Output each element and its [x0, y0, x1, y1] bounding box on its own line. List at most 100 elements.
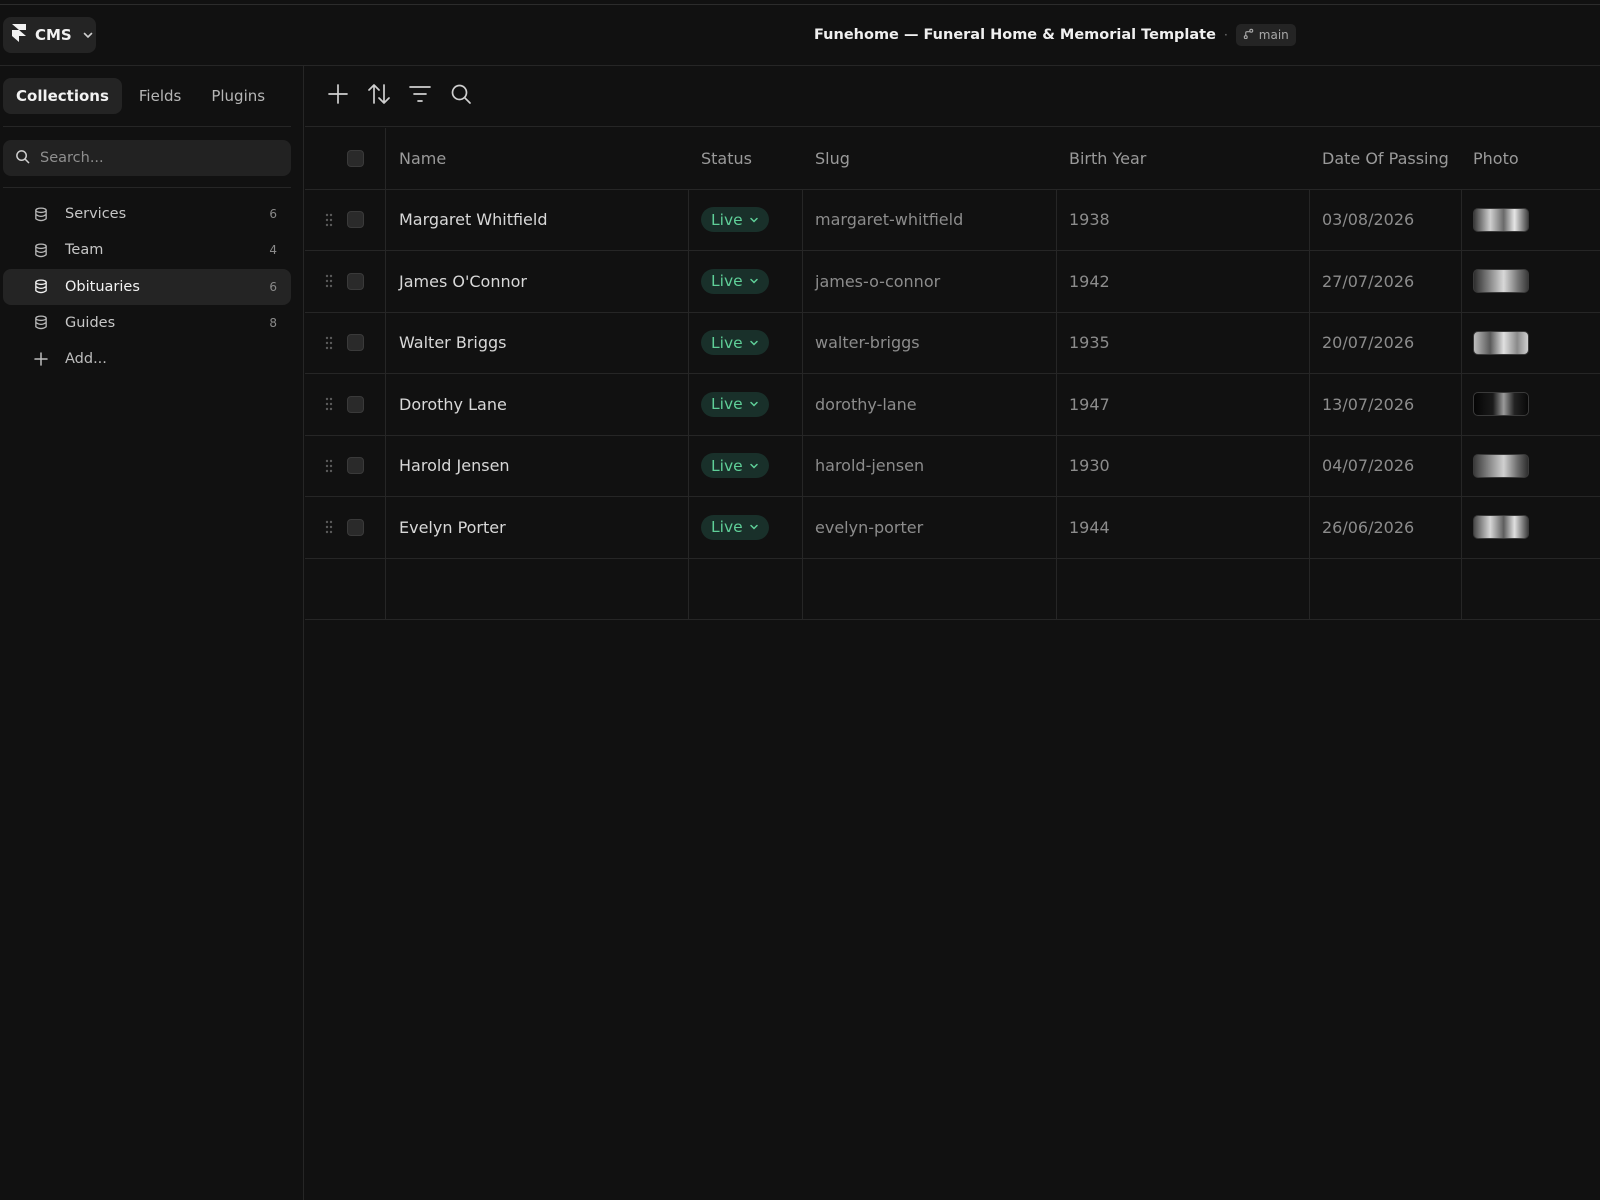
cell-photo[interactable] [1473, 190, 1529, 251]
search-table-button[interactable] [446, 82, 475, 111]
column-divider [1461, 312, 1462, 373]
column-header-photo[interactable]: Photo [1473, 128, 1519, 189]
row-checkbox[interactable] [347, 272, 364, 290]
add-item-button[interactable] [323, 82, 352, 111]
cell-slug[interactable]: margaret-whitfield [815, 190, 963, 251]
column-divider [1309, 558, 1310, 619]
status-dropdown[interactable]: Live [701, 514, 769, 540]
collection-count: 6 [269, 279, 277, 294]
drag-handle-icon[interactable] [321, 497, 337, 558]
cell-date-of-passing[interactable]: 20/07/2026 [1322, 313, 1414, 374]
filter-button[interactable] [405, 82, 434, 111]
cell-date-of-passing[interactable]: 03/08/2026 [1322, 190, 1414, 251]
cms-menu-label: CMS [35, 26, 72, 44]
cell-name[interactable]: Margaret Whitfield [399, 190, 548, 251]
cell-birth-year[interactable]: 1935 [1069, 313, 1110, 374]
column-divider [1056, 558, 1057, 619]
collection-item-obituaries[interactable]: Obituaries 6 [3, 268, 291, 305]
tab-fields[interactable]: Fields [126, 78, 194, 114]
row-checkbox[interactable] [347, 457, 364, 475]
drag-handle-icon[interactable] [321, 251, 337, 312]
drag-handle-icon[interactable] [321, 190, 337, 251]
column-divider [385, 312, 386, 373]
cell-date-of-passing[interactable]: 26/06/2026 [1322, 497, 1414, 558]
column-divider [385, 497, 386, 558]
drag-handle-icon[interactable] [321, 374, 337, 435]
cell-photo[interactable] [1473, 374, 1529, 435]
collection-item-team[interactable]: Team 4 [3, 232, 291, 268]
cell-slug[interactable]: evelyn-porter [815, 497, 923, 558]
table-row[interactable]: Harold Jensen Live harold-jensen 1930 04… [305, 435, 1600, 497]
cell-photo[interactable] [1473, 313, 1529, 374]
project-title-group: Funehome — Funeral Home & Memorial Templ… [814, 24, 1296, 46]
tab-collections[interactable]: Collections [3, 78, 122, 114]
cell-slug[interactable]: dorothy-lane [815, 374, 917, 435]
cell-birth-year[interactable]: 1930 [1069, 436, 1110, 497]
search-input[interactable] [40, 150, 270, 166]
column-header-slug[interactable]: Slug [815, 128, 850, 189]
drag-handle-icon[interactable] [321, 313, 337, 374]
table-row[interactable]: Dorothy Lane Live dorothy-lane 1947 13/0… [305, 374, 1600, 436]
column-divider [1461, 435, 1462, 496]
cell-photo[interactable] [1473, 497, 1529, 558]
cell-slug[interactable]: harold-jensen [815, 436, 924, 497]
cell-name[interactable]: Evelyn Porter [399, 497, 506, 558]
column-divider [1056, 251, 1057, 312]
cell-birth-year[interactable]: 1942 [1069, 251, 1110, 312]
status-dropdown[interactable]: Live [701, 268, 769, 294]
column-divider [802, 558, 803, 619]
cell-status: Live [701, 497, 769, 558]
tab-plugins[interactable]: Plugins [198, 78, 278, 114]
cell-date-of-passing[interactable]: 04/07/2026 [1322, 436, 1414, 497]
sort-button[interactable] [364, 82, 393, 111]
column-divider [1056, 374, 1057, 435]
cell-birth-year[interactable]: 1938 [1069, 190, 1110, 251]
cell-photo[interactable] [1473, 436, 1529, 497]
column-divider [688, 189, 689, 250]
cell-photo[interactable] [1473, 251, 1529, 312]
column-divider [688, 497, 689, 558]
row-checkbox-cell [347, 313, 364, 374]
branch-name: main [1258, 28, 1289, 42]
status-dropdown[interactable]: Live [701, 207, 769, 233]
column-divider [1056, 435, 1057, 496]
drag-handle-icon[interactable] [321, 436, 337, 497]
collection-item-services[interactable]: Services 6 [3, 196, 291, 232]
cell-name[interactable]: Harold Jensen [399, 436, 510, 497]
select-all-checkbox[interactable] [347, 149, 364, 167]
collection-item-guides[interactable]: Guides 8 [3, 305, 291, 341]
cell-name[interactable]: Walter Briggs [399, 313, 506, 374]
column-header-name[interactable]: Name [399, 128, 446, 189]
add-collection-button[interactable]: Add... [3, 341, 291, 377]
status-label: Live [711, 456, 743, 475]
branch-badge[interactable]: main [1235, 24, 1296, 46]
cms-menu-button[interactable]: CMS [3, 17, 96, 53]
status-dropdown[interactable]: Live [701, 391, 769, 417]
cell-birth-year[interactable]: 1947 [1069, 374, 1110, 435]
column-header-date-of-passing[interactable]: Date Of Passing [1322, 128, 1449, 189]
cell-slug[interactable]: walter-briggs [815, 313, 920, 374]
cell-date-of-passing[interactable]: 13/07/2026 [1322, 374, 1414, 435]
status-dropdown[interactable]: Live [701, 453, 769, 479]
cell-birth-year[interactable]: 1944 [1069, 497, 1110, 558]
row-checkbox[interactable] [347, 518, 364, 536]
empty-new-row[interactable] [305, 558, 1600, 620]
column-header-birth-year[interactable]: Birth Year [1069, 128, 1146, 189]
cell-name[interactable]: James O'Connor [399, 251, 527, 312]
column-divider [802, 312, 803, 373]
column-header-status[interactable]: Status [701, 128, 752, 189]
table-row[interactable]: Evelyn Porter Live evelyn-porter 1944 26… [305, 497, 1600, 559]
table-row[interactable]: James O'Connor Live james-o-connor 1942 … [305, 251, 1600, 313]
cell-name[interactable]: Dorothy Lane [399, 374, 507, 435]
table-header: Name Status Slug Birth Year Date Of Pass… [305, 128, 1600, 190]
row-checkbox[interactable] [347, 211, 364, 229]
cell-date-of-passing[interactable]: 27/07/2026 [1322, 251, 1414, 312]
row-checkbox[interactable] [347, 395, 364, 413]
cell-slug[interactable]: james-o-connor [815, 251, 940, 312]
column-divider [802, 374, 803, 435]
table-row[interactable]: Margaret Whitfield Live margaret-whitfie… [305, 189, 1600, 251]
status-dropdown[interactable]: Live [701, 330, 769, 356]
row-checkbox[interactable] [347, 334, 364, 352]
column-divider [688, 435, 689, 496]
table-row[interactable]: Walter Briggs Live walter-briggs 1935 20… [305, 312, 1600, 374]
